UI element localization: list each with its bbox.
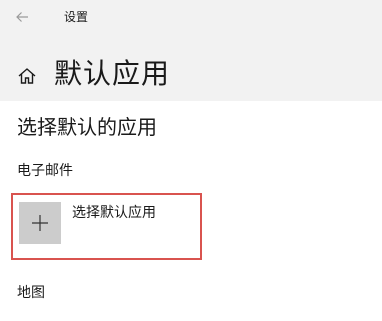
title-bar: 设置 xyxy=(0,0,382,34)
plus-icon xyxy=(32,215,48,231)
category-label-email: 电子邮件 xyxy=(17,163,73,179)
back-button[interactable] xyxy=(8,3,36,31)
back-arrow-icon xyxy=(16,12,28,22)
plus-tile xyxy=(19,202,61,244)
app-title: 设置 xyxy=(64,10,89,24)
choose-default-email-app-button[interactable]: 选择默认应用 xyxy=(11,193,202,260)
picker-label: 选择默认应用 xyxy=(72,205,156,221)
page-title: 默认应用 xyxy=(54,57,171,90)
category-label-maps: 地图 xyxy=(17,285,45,301)
home-icon[interactable] xyxy=(17,66,37,86)
section-heading: 选择默认的应用 xyxy=(17,115,157,139)
